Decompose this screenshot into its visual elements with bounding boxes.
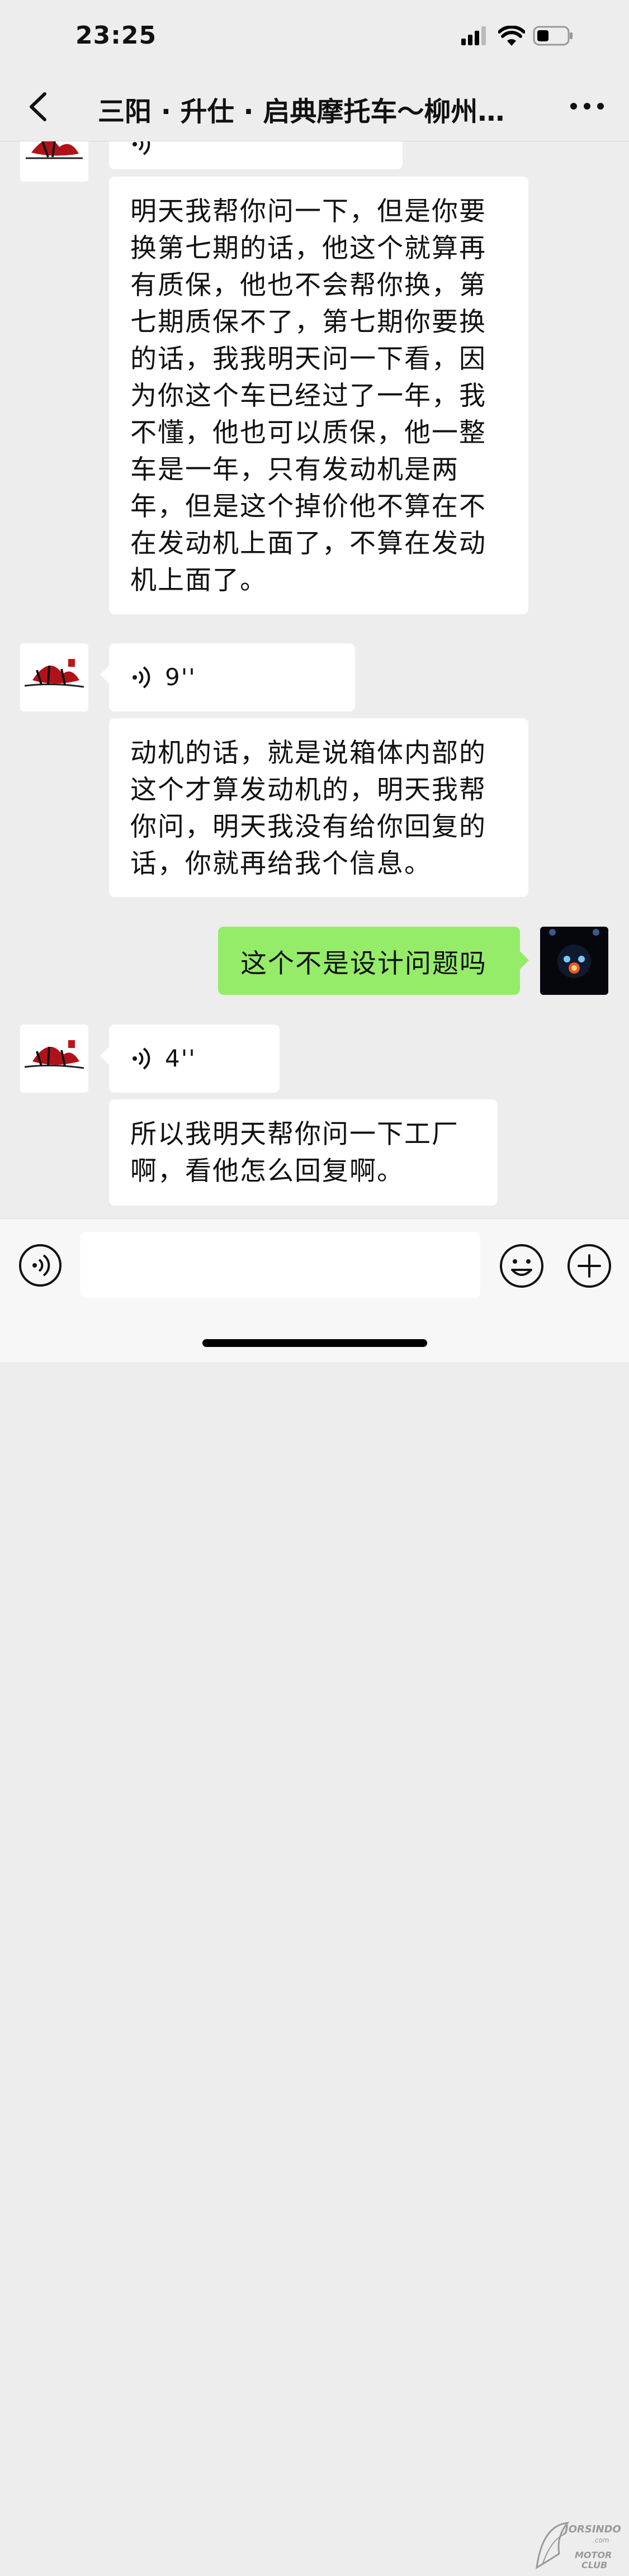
voice-wave-icon <box>133 1047 150 1070</box>
message-input[interactable] <box>81 1232 480 1298</box>
incoming-text-bubble[interactable]: 动机的话，就是说箱体内部的这个才算发动机的，明天我帮你问，明天我没有给你回复的话… <box>109 718 528 897</box>
more-options-icon[interactable] <box>567 95 607 117</box>
home-indicator[interactable] <box>202 1339 427 1347</box>
voice-wave-icon <box>133 141 150 155</box>
voice-message-bubble[interactable]: 4'' <box>100 1024 280 1093</box>
voice-duration: 4'' <box>165 1045 196 1072</box>
outgoing-text: 这个不是设计问题吗 <box>240 948 487 979</box>
emoji-icon[interactable] <box>499 1243 545 1289</box>
voice-wave-icon <box>133 666 150 689</box>
chat-messages[interactable]: 明天我帮你问一下，但是你要换第七期的话，他这个就算再有质保，他也不会帮你换，第七… <box>0 141 629 1218</box>
chat-header: 三阳 · 升仕 · 启典摩托车～柳州… <box>0 73 629 141</box>
logo-icon <box>26 141 83 159</box>
incoming-text-bubble[interactable]: 明天我帮你问一下，但是你要换第七期的话，他这个就算再有质保，他也不会帮你换，第七… <box>109 177 528 614</box>
voice-message-bubble[interactable]: 9'' <box>100 643 355 711</box>
contact-avatar[interactable] <box>20 141 88 182</box>
plus-icon[interactable] <box>566 1243 612 1289</box>
logo-icon <box>24 659 84 688</box>
svg-text:MOTOR: MOTOR <box>575 2550 612 2560</box>
voice-duration: 9'' <box>165 663 196 691</box>
svg-text:JORSINDO: JORSINDO <box>563 2523 621 2535</box>
status-time: 23:25 <box>75 21 157 50</box>
svg-text:.com: .com <box>593 2536 609 2544</box>
voice-message-bubble[interactable] <box>109 141 403 169</box>
my-avatar[interactable] <box>540 927 608 995</box>
jorsindo-watermark-logo: JORSINDO .com MOTOR CLUB <box>536 2522 621 2570</box>
status-icons <box>461 26 573 46</box>
voice-input-icon[interactable] <box>18 1243 63 1288</box>
chat-title: 三阳 · 升仕 · 启典摩托车～柳州… <box>98 96 505 127</box>
contact-avatar[interactable] <box>20 1024 88 1093</box>
contact-avatar[interactable] <box>20 643 88 711</box>
outgoing-text-bubble[interactable]: 这个不是设计问题吗 <box>218 927 529 995</box>
cellular-signal-icon <box>461 26 486 45</box>
incoming-text-bubble[interactable]: 所以我明天帮你问一下工厂啊，看他怎么回复啊。 <box>109 1099 498 1206</box>
svg-text:CLUB: CLUB <box>581 2560 607 2570</box>
back-arrow-icon[interactable] <box>22 87 56 126</box>
logo-icon <box>24 1040 84 1069</box>
battery-icon <box>533 26 573 46</box>
wifi-icon <box>498 26 525 46</box>
status-bar: 23:25 <box>0 0 629 73</box>
bear-avatar-icon <box>549 929 599 978</box>
